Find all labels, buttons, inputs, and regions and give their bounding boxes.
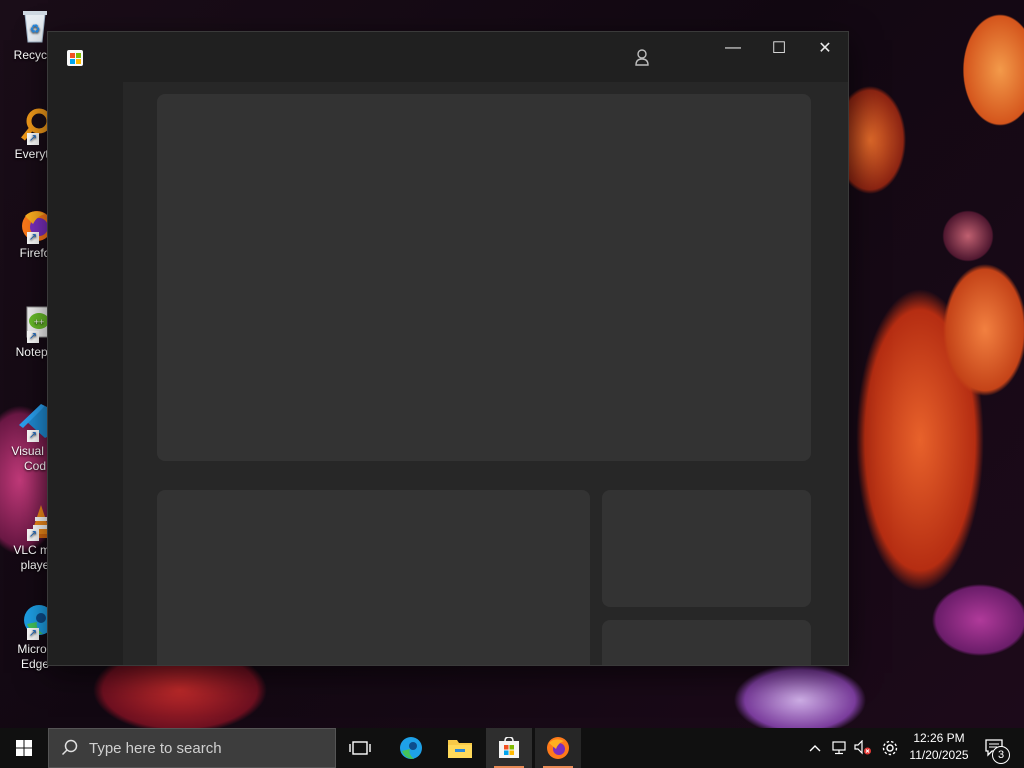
minimize-button[interactable]: — <box>710 32 756 64</box>
search-icon <box>61 739 78 756</box>
task-view-button[interactable] <box>338 728 382 768</box>
action-center-button[interactable]: 3 <box>980 728 1010 768</box>
firefox-icon <box>547 737 569 759</box>
hero-banner-placeholder[interactable] <box>157 94 811 461</box>
network-button[interactable] <box>828 728 850 768</box>
tile-placeholder[interactable] <box>602 490 811 607</box>
clock[interactable]: 12:26 PM 11/20/2025 <box>904 730 974 764</box>
search-placeholder: Type here to search <box>89 739 222 757</box>
maximize-button[interactable]: ☐ <box>756 32 802 64</box>
volume-muted-icon <box>854 740 871 755</box>
notification-badge: 3 <box>992 746 1010 764</box>
taskbar-firefox[interactable] <box>535 728 581 768</box>
featured-card-placeholder[interactable] <box>157 490 590 665</box>
clock-time: 12:26 PM <box>913 731 965 745</box>
content-area <box>123 82 848 665</box>
minimize-icon: — <box>725 39 741 56</box>
windows-icon <box>16 740 32 756</box>
task-view-icon <box>349 741 371 755</box>
show-hidden-icons-button[interactable] <box>804 728 826 768</box>
navigation-pane <box>48 82 123 665</box>
microsoft-store-icon <box>499 737 519 758</box>
store-window: — ☐ ✕ <box>48 32 848 665</box>
settings-button[interactable] <box>878 728 902 768</box>
microsoft-store-icon <box>67 50 83 66</box>
tile-placeholder[interactable] <box>602 620 811 665</box>
file-explorer-icon <box>448 740 472 758</box>
search-box[interactable]: Type here to search <box>48 728 336 768</box>
svg-text:++: ++ <box>34 317 45 327</box>
taskbar-edge[interactable] <box>388 728 434 768</box>
network-icon <box>832 741 846 755</box>
start-button[interactable] <box>0 728 48 768</box>
svg-text:♻: ♻ <box>30 22 41 36</box>
close-icon: ✕ <box>818 40 832 57</box>
chevron-up-icon <box>809 745 821 752</box>
taskbar: Type here to search 12:26 PM 11/20/2025 … <box>0 728 1024 768</box>
gear-icon <box>882 740 898 756</box>
profile-icon[interactable] <box>634 48 650 66</box>
edge-icon <box>400 737 422 759</box>
close-button[interactable]: ✕ <box>802 32 848 64</box>
title-bar[interactable]: — ☐ ✕ <box>48 32 848 82</box>
maximize-icon: ☐ <box>771 40 787 57</box>
taskbar-file-explorer[interactable] <box>437 728 483 768</box>
taskbar-microsoft-store[interactable] <box>486 728 532 768</box>
volume-button[interactable] <box>852 728 874 768</box>
clock-date: 11/20/2025 <box>909 748 969 762</box>
